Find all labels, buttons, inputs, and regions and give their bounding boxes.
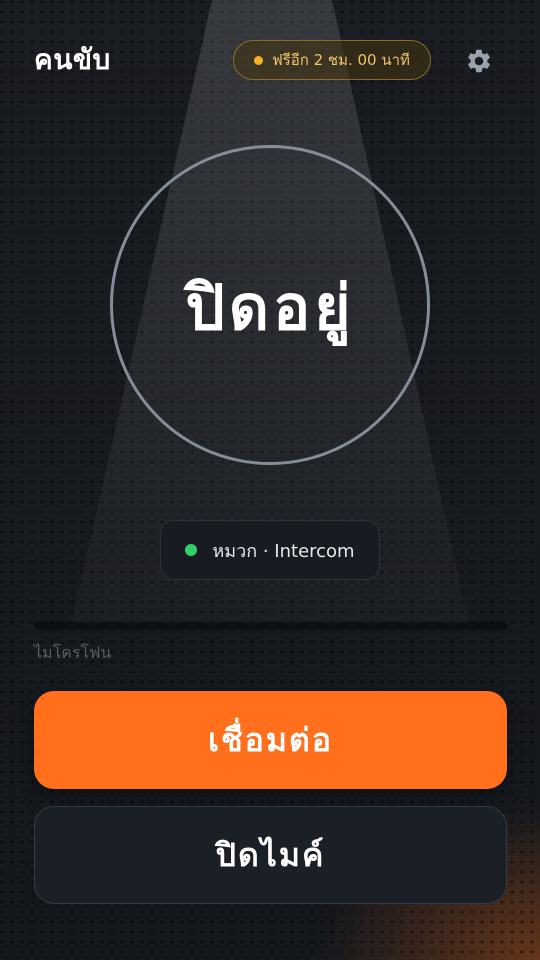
app-screen: คนขับ ฟรีอีก 2 ชม. 00 นาที ปิดอยู่ หมวก …: [0, 0, 540, 960]
connect-button[interactable]: เชื่อมต่อ: [34, 691, 507, 789]
channel-label: หมวก · Intercom: [212, 540, 355, 562]
mute-mic-button-label: ปิดไมค์: [215, 835, 326, 874]
free-time-badge: ฟรีอีก 2 ชม. 00 นาที: [233, 40, 431, 80]
connection-status-ring: ปิดอยู่: [110, 145, 430, 465]
badge-dot: [254, 55, 264, 65]
mute-mic-button[interactable]: ปิดไมค์: [34, 806, 507, 904]
channel-status-dot: [185, 544, 198, 556]
channel-selector[interactable]: หมวก · Intercom: [160, 520, 380, 580]
mic-level-track: [34, 622, 508, 630]
connect-button-label: เชื่อมต่อ: [208, 720, 333, 759]
microphone-label: ไมโครโฟน: [34, 643, 112, 662]
page-title: คนขับ: [34, 43, 111, 76]
free-time-text: ฟรีอีก 2 ชม. 00 นาที: [272, 51, 410, 69]
connection-status-text: ปิดอยู่: [185, 271, 355, 344]
gear-icon: [468, 49, 490, 73]
top-bar: คนขับ ฟรีอีก 2 ชม. 00 นาที: [0, 0, 540, 120]
settings-button[interactable]: [460, 42, 498, 80]
